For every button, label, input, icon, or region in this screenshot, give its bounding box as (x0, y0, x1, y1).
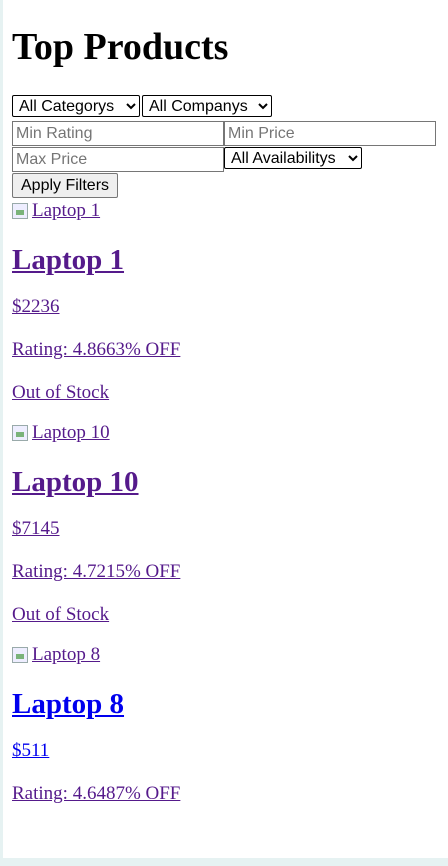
filter-row-4: Apply Filters (12, 173, 442, 198)
filter-row-3: All Availabilitys (12, 147, 442, 172)
page-left-border (0, 0, 3, 866)
broken-image-icon (12, 203, 28, 219)
company-select[interactable]: All Companys (142, 95, 272, 117)
category-select[interactable]: All Categorys (12, 95, 140, 117)
product-rating-link[interactable]: Rating: 4.7215% OFF (12, 561, 180, 582)
availability-select[interactable]: All Availabilitys (224, 147, 362, 169)
product-image-link[interactable]: Laptop 10 (12, 422, 110, 443)
product-card: Laptop 8 Laptop 8 $511 Rating: 4.6487% O… (12, 644, 442, 805)
product-stock-link[interactable]: Out of Stock (12, 604, 109, 625)
filter-row-2 (12, 121, 442, 146)
product-name-link[interactable]: Laptop 10 (12, 466, 139, 498)
product-rating-link[interactable]: Rating: 4.6487% OFF (12, 783, 180, 804)
min-price-input[interactable] (224, 121, 436, 146)
product-image-alt: Laptop 10 (32, 422, 110, 443)
product-price-link[interactable]: $7145 (12, 518, 60, 539)
apply-filters-button[interactable]: Apply Filters (12, 173, 119, 198)
product-name-link[interactable]: Laptop 8 (12, 688, 124, 720)
max-price-input[interactable] (12, 147, 224, 172)
product-image-alt: Laptop 1 (32, 200, 101, 221)
page-title: Top Products (12, 26, 229, 68)
product-image-link[interactable]: Laptop 1 (12, 200, 101, 221)
filter-bar: All Categorys All Companys All Availabil… (12, 95, 442, 198)
product-price-link[interactable]: $2236 (12, 296, 60, 317)
product-image-alt: Laptop 8 (32, 644, 101, 665)
product-name-link[interactable]: Laptop 1 (12, 244, 124, 276)
page-content: Top Products All Categorys All Companys … (12, 0, 442, 805)
product-stock-link[interactable]: Out of Stock (12, 382, 109, 403)
product-price-link[interactable]: $511 (12, 740, 49, 761)
filter-row-1: All Categorys All Companys (12, 95, 442, 120)
product-image-link[interactable]: Laptop 8 (12, 644, 101, 665)
product-rating-link[interactable]: Rating: 4.8663% OFF (12, 339, 180, 360)
product-card: Laptop 10 Laptop 10 $7145 Rating: 4.7215… (12, 422, 442, 626)
broken-image-icon (12, 425, 28, 441)
product-card: Laptop 1 Laptop 1 $2236 Rating: 4.8663% … (12, 200, 442, 404)
page-bottom-border (0, 858, 448, 866)
min-rating-input[interactable] (12, 121, 224, 146)
broken-image-icon (12, 647, 28, 663)
